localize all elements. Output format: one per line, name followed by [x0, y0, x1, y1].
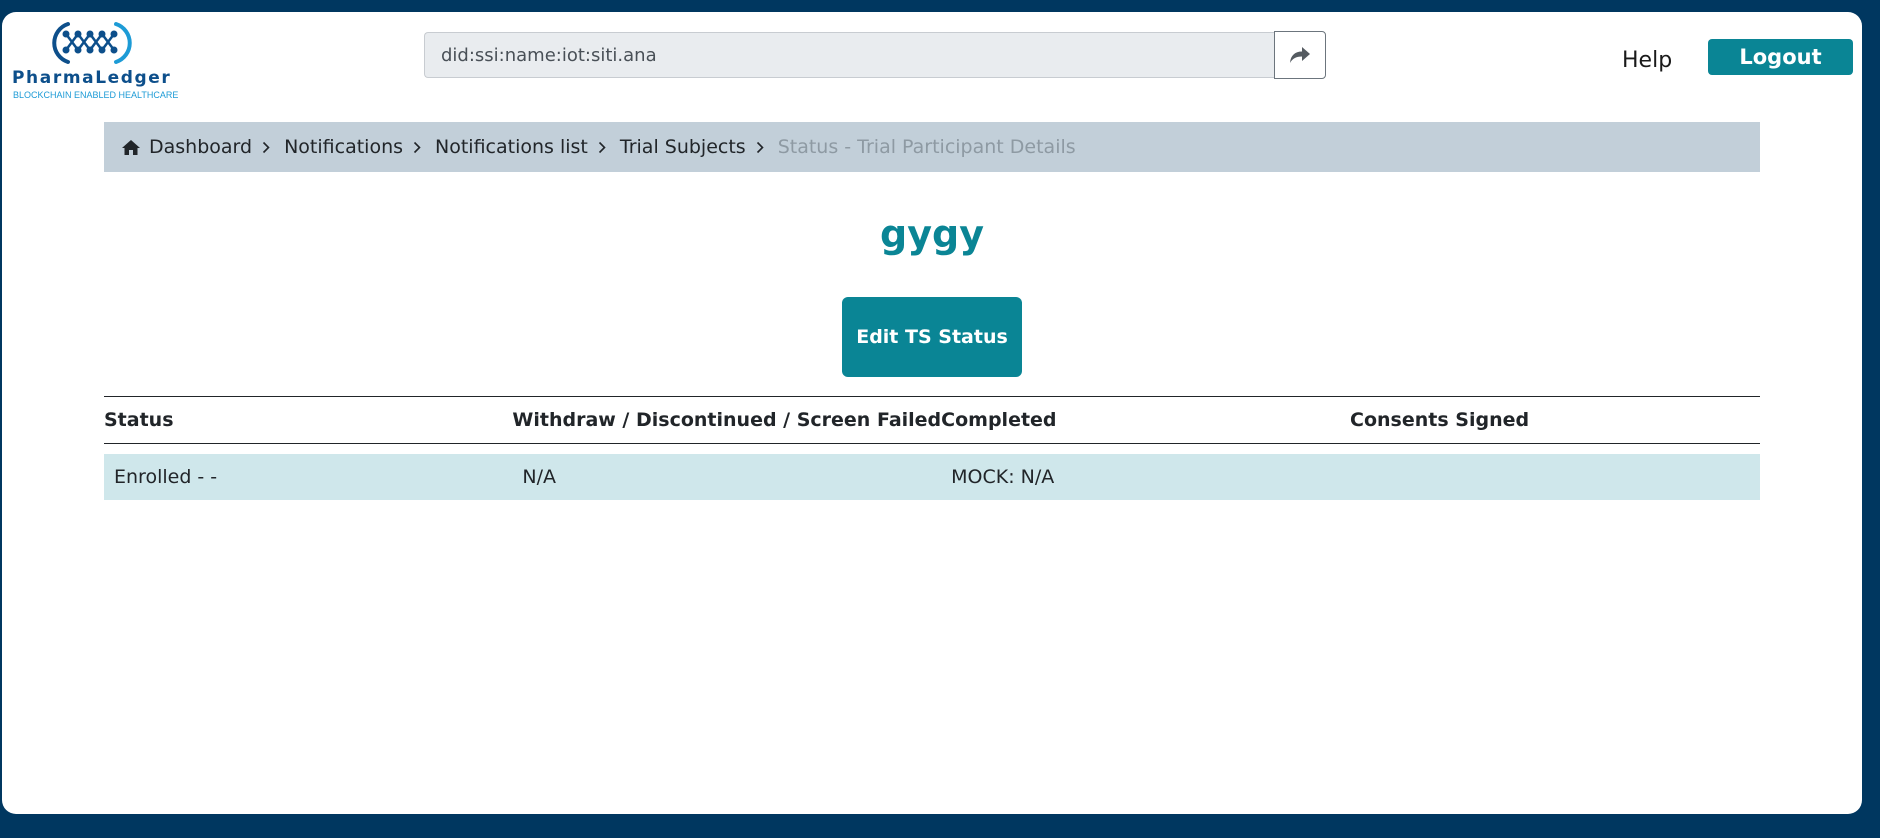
- column-header-consents-signed: Consents Signed: [1350, 396, 1760, 444]
- help-link[interactable]: Help: [1622, 48, 1672, 73]
- breadcrumb-item-notifications[interactable]: Notifications: [284, 136, 403, 158]
- table-cell-withdraw: N/A: [512, 454, 942, 500]
- pharmaledger-logo[interactable]: PharmaLedger BLOCKCHAIN ENABLED HEALTHCA…: [12, 20, 178, 104]
- column-header-status: Status: [104, 396, 513, 444]
- logout-button[interactable]: Logout: [1708, 39, 1853, 75]
- share-icon: [1290, 47, 1310, 63]
- did-input[interactable]: [424, 32, 1274, 78]
- breadcrumb-item-notifications-list[interactable]: Notifications list: [435, 136, 588, 158]
- column-header-withdraw: Withdraw / Discontinued / Screen Failed: [512, 396, 942, 444]
- chevron-right-icon: [262, 141, 270, 154]
- breadcrumb-label: Dashboard: [149, 136, 253, 158]
- table-spacer: [104, 444, 1760, 455]
- edit-ts-status-button[interactable]: Edit TS Status: [842, 297, 1022, 377]
- chevron-right-icon: [413, 141, 421, 154]
- table-cell-completed: MOCK: N/A: [941, 454, 1351, 500]
- status-table: Status Withdraw / Discontinued / Screen …: [104, 396, 1760, 500]
- main-card: PharmaLedger BLOCKCHAIN ENABLED HEALTHCA…: [2, 12, 1862, 814]
- chevron-right-icon: [756, 141, 764, 154]
- breadcrumb: Dashboard Notifications Notifications li…: [104, 122, 1760, 172]
- chevron-right-icon: [598, 141, 606, 154]
- logo-mark-icon: [52, 22, 132, 64]
- did-bar: [424, 31, 1326, 80]
- table-cell-status: Enrolled - -: [104, 454, 513, 500]
- share-button[interactable]: [1274, 31, 1326, 79]
- table-cell-consents-signed: [1350, 454, 1760, 500]
- breadcrumb-item-dashboard[interactable]: Dashboard: [121, 136, 252, 158]
- logo-name: PharmaLedger: [12, 68, 172, 88]
- breadcrumb-item-current: Status - Trial Participant Details: [777, 136, 1076, 158]
- column-header-completed: Completed: [941, 396, 1351, 444]
- breadcrumb-item-trial-subjects[interactable]: Trial Subjects: [620, 136, 746, 158]
- table-row: Enrolled - - N/A MOCK: N/A: [104, 454, 1760, 500]
- page-title: gygy: [880, 212, 984, 256]
- home-icon: [121, 139, 141, 156]
- table-header-row: Status Withdraw / Discontinued / Screen …: [104, 396, 1760, 444]
- logo-tagline: BLOCKCHAIN ENABLED HEALTHCARE: [13, 90, 179, 100]
